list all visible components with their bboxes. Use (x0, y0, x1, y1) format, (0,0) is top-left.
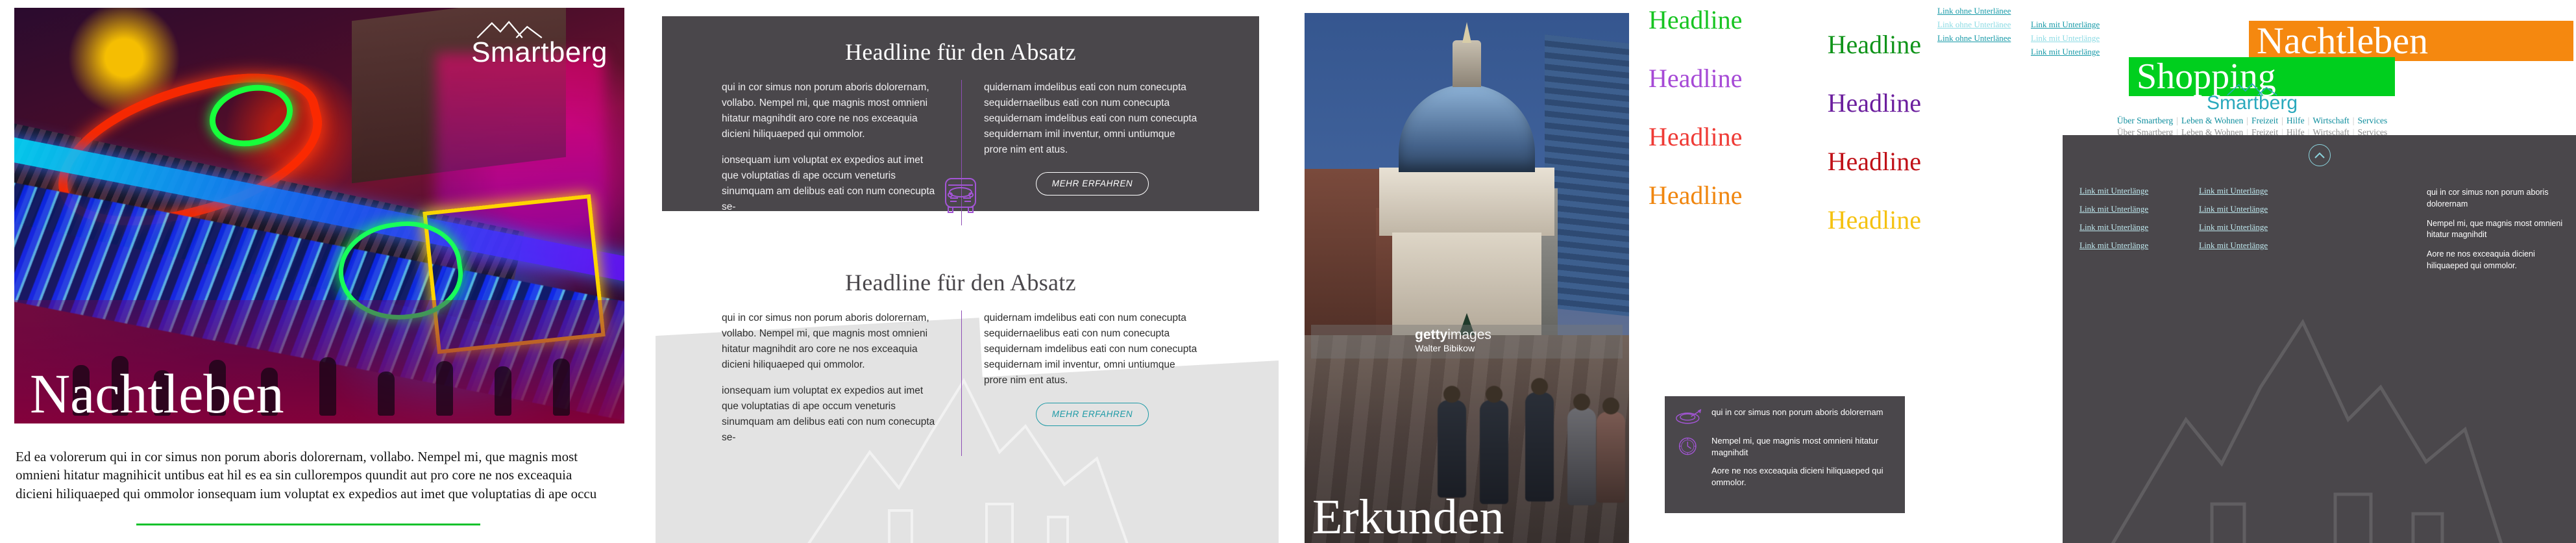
headline-sample-pair-red: Headline Headline (1649, 122, 1921, 176)
headline-cards-panel: Headline für den Absatz qui in cor simus… (656, 0, 1279, 543)
dark-card-paragraph: qui in cor simus non porum aboris dolore… (722, 82, 929, 140)
dish-plate-icon (1676, 409, 1702, 424)
clock-icon (1678, 437, 1697, 455)
erkunden-overlay-word: Erkunden (1312, 489, 1504, 543)
feature-icon-placeholder (1675, 465, 1702, 487)
footer-link[interactable]: Link mit Unterlänge (2199, 240, 2296, 251)
headline-sample: Headline (1827, 88, 1921, 118)
chevron-up-icon (2314, 152, 2325, 158)
link-mit-unterlaenge[interactable]: Link mit Unterlänge (2031, 19, 2100, 30)
nav-item-hilfe[interactable]: Hilfe (2287, 116, 2305, 125)
feature-item: Nempel mi, que magnis most omnieni hitat… (1665, 435, 1905, 459)
headline-sample: Headline (1649, 181, 1743, 210)
dark-card-left-column: qui in cor simus non porum aboris dolore… (722, 80, 961, 225)
nav-item-services[interactable]: Services (2357, 116, 2387, 125)
headline-sample: Headline (1649, 122, 1743, 151)
footer-link-column: Link mit Unterlänge Link mit Unterlänge … (2079, 186, 2177, 259)
footer-link[interactable]: Link mit Unterlänge (2199, 204, 2296, 214)
london-cathedral-photo: gettyimages Walter Bibikow Erkunden (1305, 13, 1629, 543)
footer-paragraph: qui in cor simus non porum aboris dolore… (2427, 188, 2549, 208)
nav-item-ueber-smartberg[interactable]: Über Smartberg (2117, 116, 2173, 125)
footer-paragraph: Nempel mi, que magnis most omnieni hitat… (2427, 218, 2563, 240)
getty-images-watermark: gettyimages Walter Bibikow (1311, 325, 1623, 359)
link-sample-row: Link mit Unterlänge (1937, 46, 2165, 58)
link-ohne-unterlaenge[interactable]: Link ohne Unterlänee (1937, 19, 2011, 30)
light-card-title: Headline für den Absatz (845, 270, 1076, 296)
footer-link[interactable]: Link mit Unterlänge (2079, 186, 2177, 196)
headline-sample: Headline (1649, 64, 1743, 93)
feature-item: Aore ne nos exceaquia dicieni hiliquaepe… (1665, 465, 1905, 488)
footer-link-columns: Link mit Unterlänge Link mit Unterlänge … (2079, 186, 2296, 259)
footer-paragraph: Aore ne nos exceaquia dicieni hiliquaepe… (2427, 249, 2535, 270)
dark-card-right-column: quidernam imdelibus eati con num conecup… (961, 80, 1201, 226)
footer-link[interactable]: Link mit Unterlänge (2079, 204, 2177, 214)
light-card-paragraph: qui in cor simus non porum aboris dolore… (722, 312, 929, 371)
nachtleben-hero-panel: Smartberg Nachtleben Ed ea volorerum qui… (0, 0, 636, 543)
link-samples-panel: Link ohne Unterlänee Link ohne Unterläne… (1937, 5, 2165, 57)
smartberg-nav-logo: Smartberg (2070, 82, 2434, 114)
page-stage: Smartberg Nachtleben Ed ea volorerum qui… (0, 0, 2576, 543)
link-mit-unterlaenge[interactable]: Link mit Unterlänge (2031, 47, 2100, 57)
footer-link-column: Link mit Unterlänge Link mit Unterlänge … (2199, 186, 2296, 259)
banner-word-nachtleben: Nachtleben (2257, 19, 2429, 62)
getty-watermark-bold: getty (1415, 327, 1448, 342)
dark-card-paragraph: quidernam imdelibus eati con num conecup… (984, 82, 1197, 156)
light-card-left-column: qui in cor simus non porum aboris dolore… (722, 310, 961, 456)
link-mit-unterlaenge[interactable]: Link mit Unterlänge (2031, 33, 2100, 44)
headline-sample-pair-purple: Headline Headline (1649, 66, 1921, 116)
footer-link[interactable]: Link mit Unterlänge (2079, 240, 2177, 251)
headline-color-samples-panel: Headline Headline Headline Headline Head… (1649, 0, 1921, 364)
footer-text-block: qui in cor simus non porum aboris dolore… (2427, 187, 2563, 280)
dark-headline-card: Headline für den Absatz qui in cor simus… (662, 16, 1259, 226)
mountain-peaks-icon (2227, 82, 2277, 96)
mountain-watermark-icon (2111, 318, 2503, 543)
smartberg-logo-overlay: Smartberg (471, 19, 607, 69)
getty-watermark-author: Walter Bibikow (1415, 343, 1475, 353)
light-card-paragraph: ionsequam ium voluptat ex expedios aut i… (722, 385, 935, 444)
footer-panel: Link mit Unterlänge Link mit Unterlänge … (2063, 135, 2576, 543)
nachtleben-orange-banner: Nachtleben (2249, 21, 2573, 61)
hero-caption-text: Ed ea volorerum qui in cor simus non por… (16, 449, 597, 501)
neon-street-photo: Smartberg Nachtleben (14, 8, 624, 423)
smartberg-logo-text: Smartberg (471, 36, 607, 68)
nav-row-teal: Über Smartberg | Leben & Wohnen | Freizeit | H… (2116, 116, 2388, 125)
hero-overlay-word: Nachtleben (30, 362, 284, 423)
footer-link[interactable]: Link mit Unterlänge (2199, 222, 2296, 233)
mehr-erfahren-button-light[interactable]: MEHR ERFAHREN (1035, 403, 1149, 427)
headline-sample: Headline (1827, 205, 1921, 234)
nav-item-wirtschaft[interactable]: Wirtschaft (2312, 116, 2349, 125)
smartberg-nav-panel: Smartberg Über Smartberg | Leben & Wohnen |… (2070, 82, 2434, 137)
getty-watermark-light: images (1447, 327, 1491, 342)
erkunden-photo-panel: gettyimages Walter Bibikow Erkunden (1292, 0, 1642, 543)
link-sample-row: Link ohne Unterlänee Link mit Unterlänge (1937, 32, 2165, 44)
headline-sample-pair-orange: Headline Headline (1649, 183, 1921, 233)
feature-item: qui in cor simus non porum aboris dolore… (1665, 407, 1905, 429)
scroll-to-top-button[interactable] (2308, 144, 2331, 166)
dark-card-paragraph: ionsequam ium voluptat ex expedios aut i… (722, 155, 935, 213)
mehr-erfahren-button-dark[interactable]: MEHR ERFAHREN (1035, 172, 1149, 196)
link-ohne-unterlaenge[interactable]: Link ohne Unterlänee (1937, 33, 2011, 44)
light-card-right-column: quidernam imdelibus eati con num conecup… (961, 310, 1201, 457)
green-divider-rule (136, 524, 480, 525)
nav-item-freizeit[interactable]: Freizeit (2251, 116, 2278, 125)
feature-item-text: qui in cor simus non porum aboris dolore… (1711, 407, 1883, 417)
headline-sample: Headline (1649, 5, 1743, 34)
bus-icon (945, 178, 976, 213)
footer-link[interactable]: Link mit Unterlänge (2079, 222, 2177, 233)
feature-list-panel: qui in cor simus non porum aboris dolore… (1665, 396, 1905, 513)
feature-item-text: Aore ne nos exceaquia dicieni hiliquaepe… (1711, 465, 1883, 487)
footer-link[interactable]: Link mit Unterlänge (2199, 186, 2296, 196)
headline-sample-pair-green: Headline Headline (1649, 5, 1921, 59)
headline-sample: Headline (1827, 147, 1921, 176)
light-headline-card: Headline für den Absatz qui in cor simus… (662, 247, 1259, 533)
dark-card-title: Headline für den Absatz (845, 39, 1076, 65)
light-card-paragraph: quidernam imdelibus eati con num conecup… (984, 312, 1197, 386)
link-ohne-unterlaenge[interactable]: Link ohne Unterlänee (1937, 6, 2011, 16)
link-sample-row: Link ohne Unterlänee (1937, 5, 2165, 17)
nav-item-leben-wohnen[interactable]: Leben & Wohnen (2181, 116, 2243, 125)
feature-item-text: Nempel mi, que magnis most omnieni hitat… (1711, 436, 1879, 457)
headline-sample: Headline (1827, 30, 1921, 59)
link-sample-row: Link ohne Unterlänee Link mit Unterlänge (1937, 19, 2165, 31)
